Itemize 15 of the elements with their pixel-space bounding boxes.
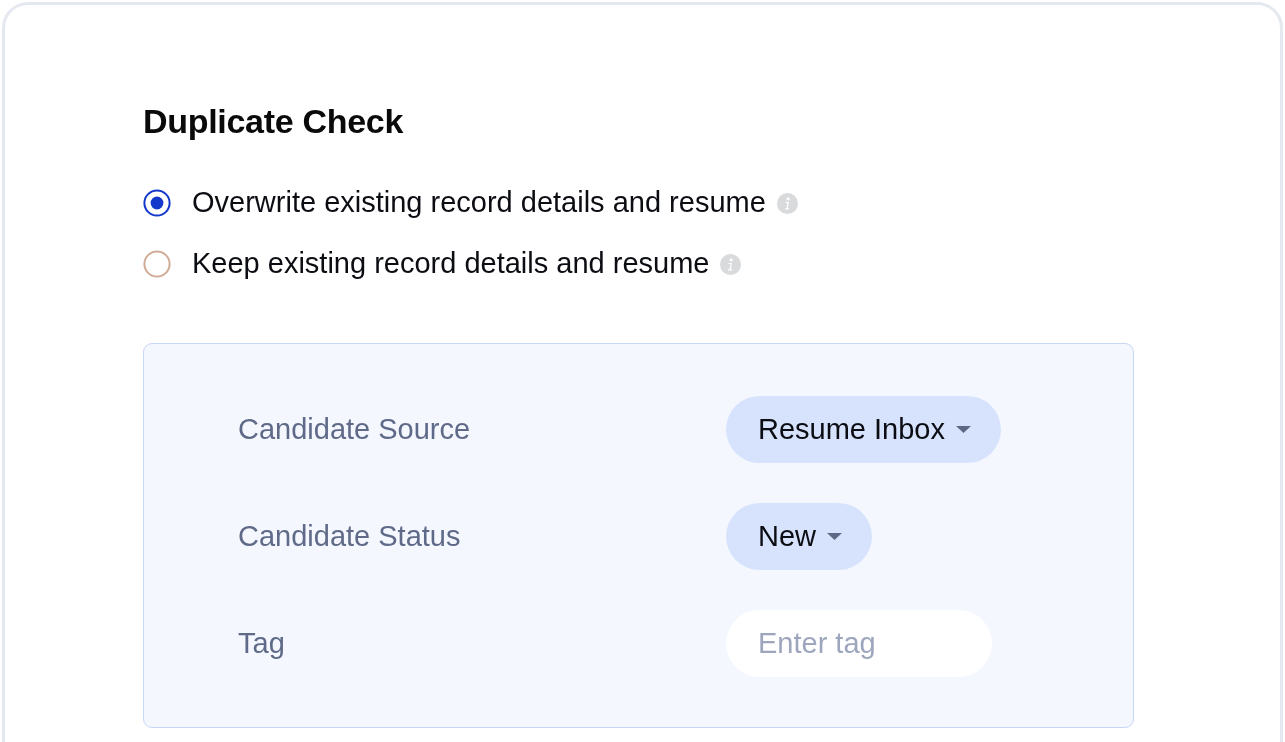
caret-icon: [956, 426, 971, 433]
option-label[interactable]: Keep existing record details and resume: [192, 242, 710, 286]
info-icon[interactable]: [776, 192, 798, 214]
dropdown[interactable]: New: [726, 503, 872, 570]
tag-input[interactable]: Enter tag: [726, 610, 992, 677]
section-title: Duplicate Check: [143, 100, 404, 142]
field-label: Candidate Status: [238, 518, 462, 554]
radio-button[interactable]: [143, 250, 171, 278]
dropdown[interactable]: Resume Inbox: [726, 396, 1001, 463]
field-label: Tag: [238, 625, 286, 661]
radio-button[interactable]: [143, 189, 171, 217]
option-label[interactable]: Overwrite existing record details and resume: [192, 181, 766, 225]
field-label: Candidate Source: [238, 411, 472, 447]
caret-icon: [827, 533, 842, 540]
info-icon[interactable]: [720, 253, 742, 275]
